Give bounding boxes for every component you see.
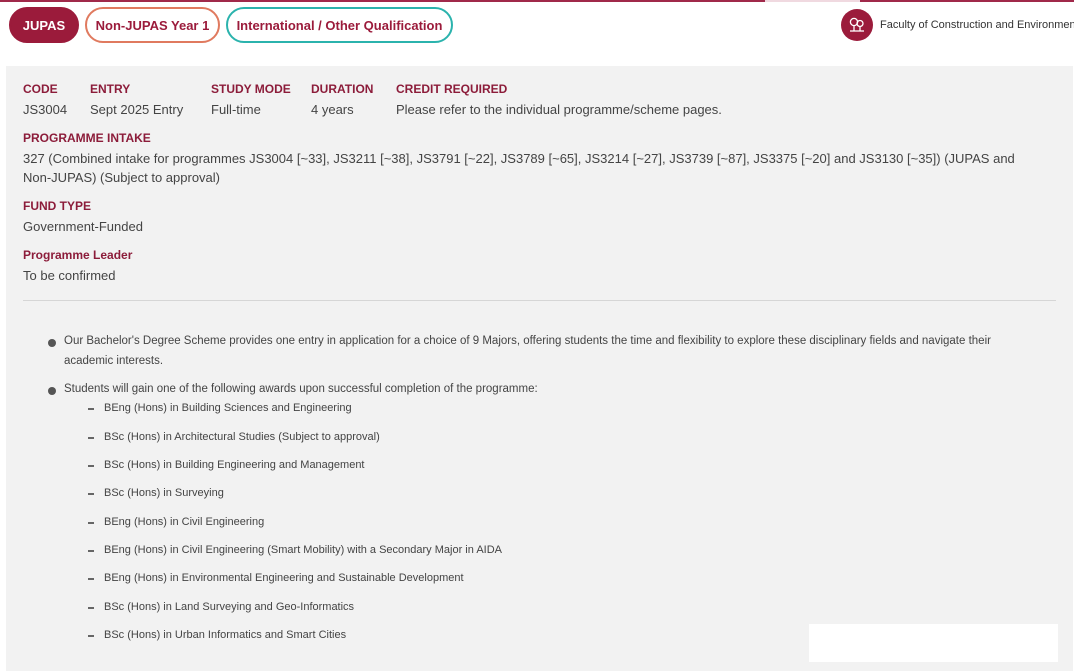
award-item: BEng (Hons) in Civil Engineering xyxy=(104,516,265,528)
bullet-dot xyxy=(48,387,56,395)
award-item: BSc (Hons) in Surveying xyxy=(104,487,224,499)
credit-required-value: Please refer to the individual programme… xyxy=(396,102,722,117)
bullet-dot xyxy=(48,339,56,347)
overlay-box xyxy=(809,624,1058,662)
award-item: BSc (Hons) in Land Surveying and Geo-Inf… xyxy=(104,601,355,613)
trees-icon xyxy=(841,9,873,41)
top-accent-bar xyxy=(0,0,1074,2)
dash-marker xyxy=(88,607,94,609)
entry-label: ENTRY xyxy=(90,82,131,96)
top-accent-segment xyxy=(0,0,765,2)
study-mode-value: Full-time xyxy=(211,102,261,117)
award-item: BEng (Hons) in Environmental Engineering… xyxy=(104,572,464,584)
dash-marker xyxy=(88,465,94,467)
dash-marker xyxy=(88,635,94,637)
entry-value: Sept 2025 Entry xyxy=(90,102,184,117)
faculty-link[interactable]: Faculty of Construction and Environment xyxy=(841,9,1074,41)
fund-type-label: FUND TYPE xyxy=(23,199,92,213)
dash-marker xyxy=(88,493,94,495)
dash-marker xyxy=(88,437,94,439)
dash-marker xyxy=(88,522,94,524)
tab-international-other-qualification[interactable]: International / Other Qualification xyxy=(226,7,453,43)
divider xyxy=(23,300,1056,301)
programme-intake-value-cont: Non-JUPAS) (Subject to approval) xyxy=(23,170,221,185)
code-value: JS3004 xyxy=(23,102,68,117)
awards-intro: Students will gain one of the following … xyxy=(64,383,538,395)
award-item: BSc (Hons) in Building Engineering and M… xyxy=(104,459,365,471)
scheme-description: Our Bachelor's Degree Scheme provides on… xyxy=(64,335,991,347)
programme-leader-label: Programme Leader xyxy=(23,248,133,262)
top-accent-segment xyxy=(860,0,1074,2)
fund-type-value: Government-Funded xyxy=(23,219,143,234)
programme-info-panel: CODE JS3004 ENTRY Sept 2025 Entry STUDY … xyxy=(6,66,1073,671)
award-item: BEng (Hons) in Civil Engineering (Smart … xyxy=(104,544,502,556)
faculty-name: Faculty of Construction and Environment xyxy=(880,19,1074,31)
duration-label: DURATION xyxy=(311,82,374,96)
award-item: BEng (Hons) in Building Sciences and Eng… xyxy=(104,402,352,414)
duration-value: 4 years xyxy=(311,102,354,117)
study-mode-label: STUDY MODE xyxy=(211,82,291,96)
dash-marker xyxy=(88,578,94,580)
programme-leader-value: To be confirmed xyxy=(23,268,116,283)
programme-intake-value: 327 (Combined intake for programmes JS30… xyxy=(23,151,1015,166)
dash-marker xyxy=(88,550,94,552)
award-item: BSc (Hons) in Architectural Studies (Sub… xyxy=(104,431,380,443)
dash-marker xyxy=(88,408,94,410)
credit-required-label: CREDIT REQUIRED xyxy=(396,82,508,96)
tab-jupas[interactable]: JUPAS xyxy=(9,7,79,43)
admission-tabs: JUPAS Non-JUPAS Year 1 International / O… xyxy=(9,7,453,43)
tab-non-jupas-year-1[interactable]: Non-JUPAS Year 1 xyxy=(85,7,220,43)
code-label: CODE xyxy=(23,82,58,96)
programme-intake-label: PROGRAMME INTAKE xyxy=(23,131,151,145)
scheme-description-cont: academic interests. xyxy=(64,355,164,367)
award-item: BSc (Hons) in Urban Informatics and Smar… xyxy=(104,629,347,641)
